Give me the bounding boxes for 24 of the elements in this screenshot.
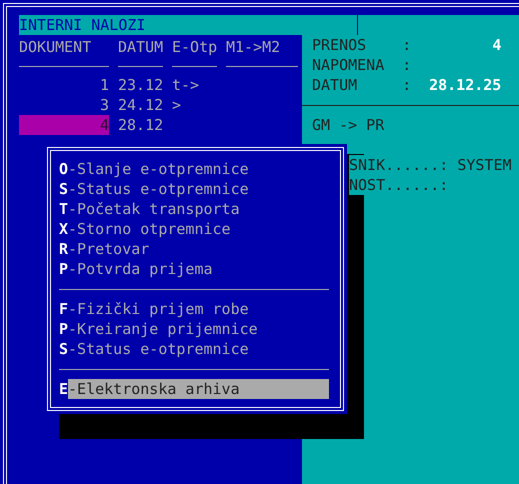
column-header: DATUM [118, 37, 163, 57]
table-row[interactable]: 3 24.12 > [19, 95, 302, 115]
text-cursor [357, 15, 358, 35]
table-row[interactable]: 1 23.12 t-> [19, 75, 302, 95]
column-header: E-Otp [172, 37, 217, 57]
menu-item[interactable]: P-Potvrda prijema [59, 259, 329, 279]
column-header: M1->M2 [226, 37, 282, 57]
field-label: NAPOMENA : [312, 55, 412, 75]
menu-item[interactable]: F-Fizički prijem robe [59, 299, 329, 319]
menu-item[interactable]: O-Slanje e-otpremnice [59, 159, 329, 179]
column-header: DOKUMENT [19, 37, 92, 57]
menu-item[interactable]: X-Storno otpremnice [59, 219, 329, 239]
field-value: 28.12.25 [428, 75, 502, 95]
field-value: 4 [491, 35, 502, 55]
table-row[interactable]: 4 28.12 [19, 115, 302, 135]
route-text: GM -> PR [312, 115, 384, 135]
field-label: DATUM : [312, 75, 412, 95]
menu-item[interactable]: S-Status e-otpremnice [59, 179, 329, 199]
menu-item[interactable]: P-Kreiranje prijemnice [59, 319, 329, 339]
field-label: PRENOS : [312, 35, 412, 55]
menu-item[interactable]: S-Status e-otpremnice [59, 339, 329, 359]
window-title: INTERNI NALOZI [19, 15, 146, 35]
menu-item[interactable]: R-Pretovar [59, 239, 329, 259]
menu-item[interactable]: T-Početak transporta [59, 199, 329, 219]
